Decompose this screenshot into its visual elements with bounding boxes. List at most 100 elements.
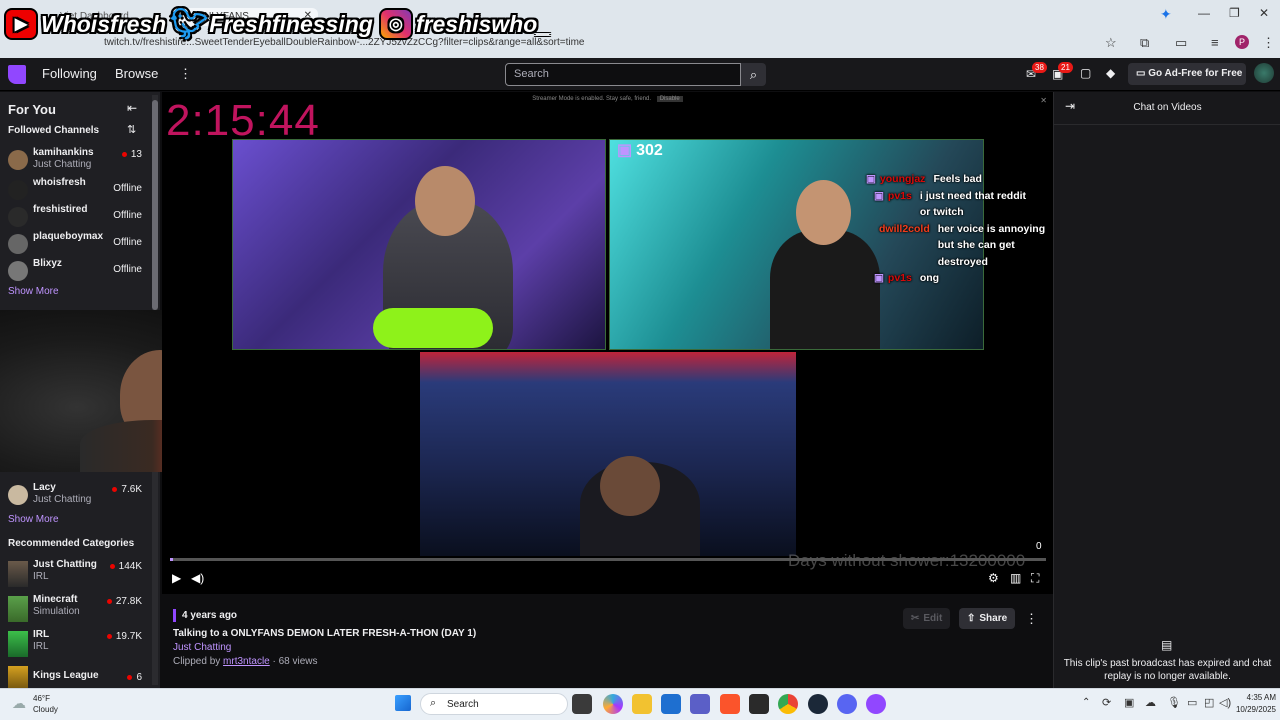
clipper-link[interactable]: mrt3ntacle [223,656,270,667]
discord-icon[interactable] [837,694,857,714]
chat-text: her voice is annoying but she can get de… [937,222,1046,268]
nav-following[interactable]: Following [42,66,97,81]
volume-icon[interactable]: ◀) [191,571,204,585]
disable-streamer-mode-button[interactable]: Disable [656,96,683,102]
cam-person-head [415,166,475,236]
clipped-by-label: Clipped by [173,656,221,667]
clock-time[interactable]: 4:35 AM [1236,693,1276,702]
chrome-icon[interactable] [778,694,798,714]
streamer-bar-close-icon[interactable]: ✕ [1040,96,1047,105]
offline-status: Offline [113,210,142,221]
app-icon[interactable] [749,694,769,714]
clip-category-link[interactable]: Just Chatting [173,642,231,653]
chat-username: pv1s [887,189,912,202]
user-avatar[interactable] [1254,63,1274,83]
share-button[interactable]: ⇧ Share [959,608,1016,629]
channel-name: plaqueboymax [33,231,104,242]
display-icon[interactable]: ▭ [1187,696,1197,709]
browser-menu-icon[interactable]: ⋮ [1262,35,1275,51]
tray-chevron-icon[interactable]: ⌃ [1082,697,1090,708]
settings-gear-icon[interactable]: ⚙ [988,571,999,585]
bookmark-star-icon[interactable]: ☆ [1105,35,1117,51]
teams-icon[interactable] [690,694,710,714]
network-icon[interactable]: ◰ [1204,696,1214,709]
chat-message: ▣ pv1s ong [866,270,1052,287]
window-close-icon[interactable]: ✕ [1259,6,1269,20]
ai-sparkle-icon[interactable]: ✦ [1160,6,1172,23]
sort-icon[interactable]: ⇅ [127,123,136,136]
recommended-categories-heading: Recommended Categories [8,538,135,549]
stream-overlay-text: Days without shower:13200000 [788,551,1025,571]
viewer-count-value: 144K [118,561,142,572]
channel-category: Just Chatting [33,494,92,505]
tray-icon[interactable]: ▣ [1124,696,1134,709]
sidebar-scroll-thumb[interactable] [152,100,158,310]
file-explorer-icon[interactable] [572,694,592,714]
channel-item[interactable]: freshistired Offline [0,204,150,230]
channel-item[interactable]: Lacy Just Chatting 7.6K [0,482,150,508]
collapse-sidebar-icon[interactable]: ⇤ [127,101,137,115]
fullscreen-icon[interactable]: ⛶ [1031,571,1039,586]
edit-button[interactable]: ✂ Edit [903,608,951,629]
sub-badge-icon: ▣ [866,173,876,185]
weather-desc: Cloudy [33,705,58,714]
category-item[interactable]: Minecraft Simulation 27.8K [0,594,150,624]
category-item[interactable]: IRL IRL 19.7K [0,629,150,659]
tray-icon[interactable]: ⟳ [1102,696,1111,709]
progress-fill [170,558,173,561]
youtube-handle: ▶ Whoisfresh [4,8,166,40]
search-icon[interactable]: ⌕ [741,63,766,86]
overlay-viewer-count: ▣ 302 [617,140,663,160]
go-ad-free-button[interactable]: ▭ Go Ad-Free for Free [1128,63,1246,85]
category-item[interactable]: Kings League 6 [0,664,150,688]
live-dot-icon [109,563,115,569]
show-more-link[interactable]: Show More [8,514,59,525]
stream-chat-overlay: ▣ youngjaz Feels bad ▣ pv1s i just need … [866,171,1052,287]
channel-item[interactable]: Blixyz Offline [0,258,150,284]
chat-expired-message: This clip's past broadcast has expired a… [1063,658,1272,682]
minimize-icon[interactable]: — [1198,6,1210,20]
profile-avatar[interactable]: P [1235,35,1249,49]
copilot-icon[interactable] [603,694,623,714]
nav-browse[interactable]: Browse [115,66,158,81]
brave-icon[interactable] [720,694,740,714]
chat-header-divider [1054,124,1280,125]
bits-icon[interactable]: ◆ [1106,66,1115,80]
channel-item[interactable]: plaqueboymax Offline [0,231,150,257]
extensions-icon[interactable]: ⧉ [1140,35,1149,51]
scissors-icon: ✂ [911,613,920,624]
chat-username: youngjaz [879,173,926,185]
more-options-icon[interactable]: ⋮ [1025,611,1038,627]
media-icon[interactable]: ≡ [1211,35,1219,50]
nav-more-icon[interactable]: ⋮ [179,66,192,82]
search-input[interactable]: Search [505,63,741,86]
clock-date[interactable]: 10/29/2025 [1228,705,1276,714]
folder-icon[interactable] [632,694,652,714]
taskbar-search[interactable]: ⌕ Search [420,693,568,715]
cast-icon[interactable]: ▭ [1175,35,1187,51]
category-item[interactable]: Just Chatting IRL 144K [0,559,150,589]
theatre-mode-icon[interactable]: ▥ [1010,571,1021,585]
steam-icon[interactable] [808,694,828,714]
tray-icon[interactable]: ☁ [1145,696,1156,709]
whispers-icon[interactable]: ▢ [1080,66,1091,80]
category-thumbnail [8,561,28,587]
chat-text: ong [919,272,940,284]
time-remaining: 0 [1036,541,1042,552]
twitch-app-icon[interactable] [866,694,886,714]
show-more-link[interactable]: Show More [8,286,59,297]
restore-icon[interactable]: ❐ [1229,6,1240,20]
twitch-logo-icon[interactable] [8,65,26,84]
offline-status: Offline [113,183,142,194]
store-icon[interactable] [661,694,681,714]
windows-start-icon[interactable] [395,695,411,711]
ad-free-icon: ▭ [1136,68,1146,79]
play-icon[interactable]: ▶ [172,571,181,585]
progress-track[interactable] [170,558,1046,561]
viewer-count: 144K [109,561,142,572]
offline-status: Offline [113,264,142,275]
weather-icon[interactable]: ☁ [12,695,26,712]
channel-item[interactable]: kamihankins Just Chatting 13 [0,147,150,173]
channel-item[interactable]: whoisfresh Offline [0,177,150,203]
microphone-icon[interactable]: 🎙︎ [1167,696,1181,709]
